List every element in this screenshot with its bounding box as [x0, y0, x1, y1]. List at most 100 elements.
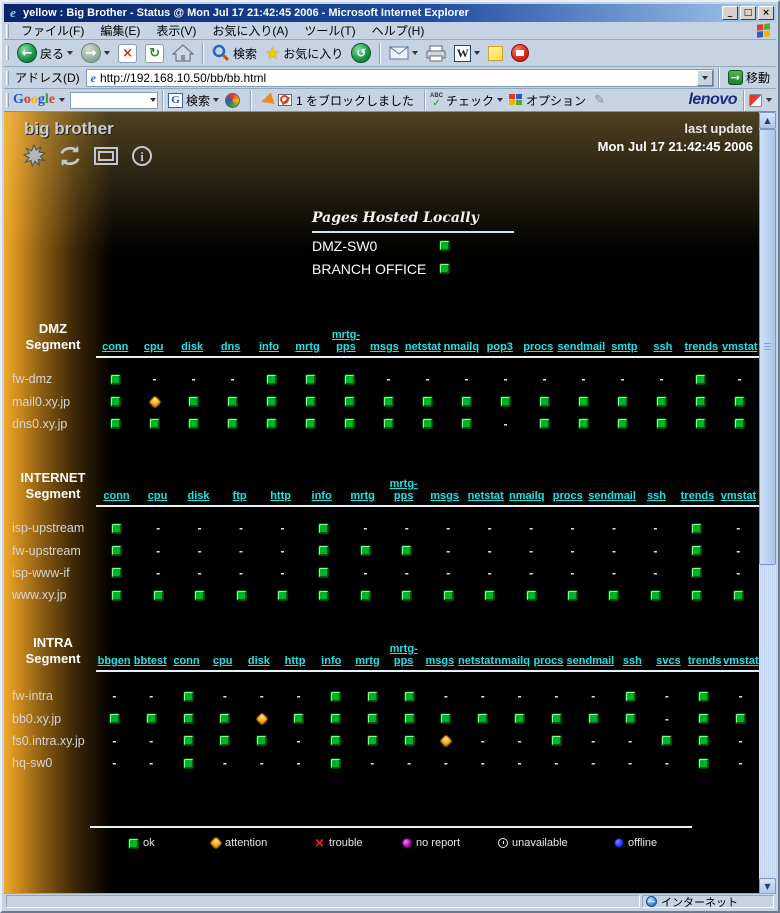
- status-ok-icon[interactable]: [145, 713, 157, 725]
- column-link-vmstat[interactable]: vmstat: [722, 341, 757, 353]
- status-ok-icon[interactable]: [567, 589, 579, 601]
- status-ok-icon[interactable]: [188, 396, 199, 408]
- status-ok-icon[interactable]: [359, 545, 371, 557]
- status-ok-icon[interactable]: [539, 418, 550, 430]
- edit-with-word-button[interactable]: W: [450, 44, 484, 63]
- refresh-page-icon[interactable]: [58, 144, 82, 168]
- column-link-ssh[interactable]: ssh: [653, 341, 672, 353]
- status-ok-icon[interactable]: [698, 757, 710, 769]
- column-link-nmailq[interactable]: nmailq: [444, 341, 479, 353]
- column-link-disk[interactable]: disk: [248, 655, 270, 667]
- spellcheck-button[interactable]: チェック: [443, 92, 497, 109]
- forward-button[interactable]: →: [77, 42, 114, 64]
- status-ok-icon[interactable]: [111, 567, 123, 579]
- status-ok-icon[interactable]: [691, 545, 703, 557]
- status-ok-icon[interactable]: [656, 418, 667, 430]
- column-link-vmstat[interactable]: vmstat: [721, 490, 756, 502]
- favorites-button[interactable]: ★ お気に入り: [261, 44, 347, 63]
- status-ok-icon[interactable]: [256, 735, 268, 747]
- status-ok-icon[interactable]: [383, 418, 394, 430]
- status-ok-icon[interactable]: [578, 396, 589, 408]
- address-input[interactable]: e http://192.168.10.50/bb/bb.html: [85, 68, 714, 87]
- google-search-input[interactable]: [70, 91, 158, 109]
- status-ok-icon[interactable]: [514, 713, 526, 725]
- minimize-button[interactable]: _: [722, 6, 738, 20]
- status-ok-icon[interactable]: [539, 396, 550, 408]
- column-link-disk[interactable]: disk: [188, 490, 210, 502]
- status-ok-icon[interactable]: [318, 522, 330, 534]
- menu-favorites[interactable]: お気に入り(A): [204, 21, 296, 40]
- history-button[interactable]: ↺: [347, 42, 375, 64]
- status-ok-icon[interactable]: [366, 735, 378, 747]
- column-link-sendmail[interactable]: sendmail: [567, 655, 615, 667]
- column-link-msgs[interactable]: msgs: [430, 490, 459, 502]
- back-button[interactable]: ← 戻る: [13, 42, 77, 64]
- status-ok-icon[interactable]: [403, 735, 415, 747]
- maximize-button[interactable]: □: [740, 6, 756, 20]
- go-button[interactable]: → 移動: [724, 69, 776, 86]
- vertical-scrollbar[interactable]: ▲ ▼: [759, 112, 776, 895]
- status-ok-icon[interactable]: [266, 396, 277, 408]
- column-link-bbtest[interactable]: bbtest: [134, 655, 167, 667]
- column-link-vmstat[interactable]: vmstat: [723, 655, 758, 667]
- status-ok-icon[interactable]: [329, 713, 341, 725]
- column-link-trends[interactable]: trends: [688, 655, 722, 667]
- status-ok-icon[interactable]: [401, 589, 413, 601]
- column-link-mrtgpps[interactable]: mrtg- pps: [332, 329, 360, 353]
- status-ok-icon[interactable]: [227, 418, 238, 430]
- status-ok-icon[interactable]: [422, 418, 433, 430]
- pow-icon[interactable]: [22, 144, 46, 168]
- status-ok-icon[interactable]: [461, 396, 472, 408]
- google-dropdown-icon[interactable]: [59, 98, 65, 102]
- google-logo[interactable]: Google: [13, 92, 55, 108]
- column-link-mrtg[interactable]: mrtg: [355, 655, 379, 667]
- column-link-conn[interactable]: conn: [173, 655, 199, 667]
- vendor-dropdown-icon[interactable]: [766, 98, 772, 102]
- column-link-procs[interactable]: procs: [553, 490, 583, 502]
- status-ok-icon[interactable]: [735, 713, 747, 725]
- column-link-pop3[interactable]: pop3: [487, 341, 513, 353]
- column-link-msgs[interactable]: msgs: [425, 655, 454, 667]
- status-ok-icon[interactable]: [108, 713, 120, 725]
- status-ok-icon[interactable]: [661, 735, 673, 747]
- status-ok-icon[interactable]: [401, 545, 413, 557]
- capture-tool-button[interactable]: [507, 43, 533, 63]
- refresh-button[interactable]: ↻: [141, 43, 168, 64]
- status-attention-icon[interactable]: [254, 711, 269, 726]
- megaphone-icon[interactable]: [259, 92, 275, 108]
- status-ok-icon[interactable]: [194, 589, 206, 601]
- status-ok-icon[interactable]: [442, 589, 454, 601]
- status-ok-icon[interactable]: [344, 373, 355, 385]
- address-dropdown-button[interactable]: [696, 69, 713, 86]
- status-ok-icon[interactable]: [550, 735, 562, 747]
- column-link-mrtgpps[interactable]: mrtg- pps: [390, 478, 418, 502]
- column-link-http[interactable]: http: [270, 490, 291, 502]
- status-ok-icon[interactable]: [305, 373, 316, 385]
- status-ok-icon[interactable]: [235, 589, 247, 601]
- note-button[interactable]: [484, 45, 507, 62]
- status-ok-icon[interactable]: [691, 567, 703, 579]
- status-ok-icon[interactable]: [461, 418, 472, 430]
- status-ok-icon[interactable]: [128, 837, 139, 849]
- status-ok-icon[interactable]: [219, 735, 231, 747]
- status-ok-icon[interactable]: [344, 396, 355, 408]
- column-link-nmailq[interactable]: nmailq: [509, 490, 544, 502]
- status-ok-icon[interactable]: [734, 418, 745, 430]
- column-link-bbgen[interactable]: bbgen: [98, 655, 131, 667]
- status-ok-icon[interactable]: [698, 713, 710, 725]
- status-ok-icon[interactable]: [550, 713, 562, 725]
- column-link-info[interactable]: info: [312, 490, 332, 502]
- column-link-ftp[interactable]: ftp: [233, 490, 247, 502]
- status-ok-icon[interactable]: [266, 418, 277, 430]
- toolbar-gripper[interactable]: [6, 23, 9, 38]
- column-link-trends[interactable]: trends: [684, 341, 718, 353]
- home-button[interactable]: [168, 42, 198, 64]
- status-ok-icon[interactable]: [587, 713, 599, 725]
- column-link-sendmail[interactable]: sendmail: [588, 490, 636, 502]
- menu-help[interactable]: ヘルプ(H): [364, 21, 433, 40]
- column-link-info[interactable]: info: [321, 655, 341, 667]
- search-button[interactable]: 検索: [208, 43, 261, 63]
- frames-icon[interactable]: [94, 144, 118, 168]
- column-link-cpu[interactable]: cpu: [144, 341, 164, 353]
- status-ok-icon[interactable]: [111, 545, 123, 557]
